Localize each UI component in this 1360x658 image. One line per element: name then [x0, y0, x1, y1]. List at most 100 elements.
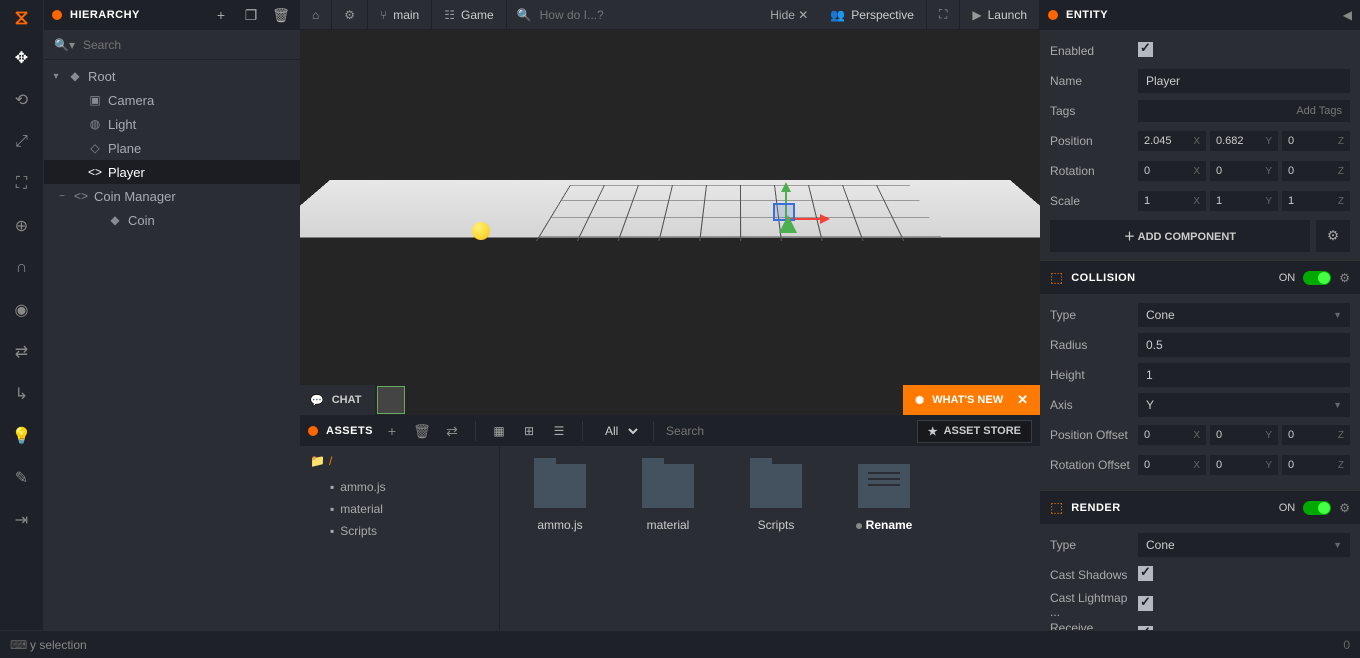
tree-row-coin-manager[interactable]: −<>Coin Manager	[44, 184, 300, 208]
hierarchy-copy-button[interactable]: ❐	[240, 7, 262, 24]
tree-row-plane[interactable]: ◇Plane	[44, 136, 300, 160]
assets-delete-button[interactable]: 🗑	[411, 423, 433, 440]
plane-icon: ◇	[88, 141, 102, 155]
hierarchy-search-input[interactable]	[83, 38, 290, 52]
asset-item-scripts[interactable]: Scripts	[736, 464, 816, 532]
inspector-panel: ENTITY ◀ Enabled Name TagsAdd Tags Posit…	[1040, 0, 1360, 630]
resize-tool-icon[interactable]: ⛶	[8, 170, 36, 198]
assets-view-list-icon[interactable]: ☰	[548, 424, 570, 438]
render-toggle[interactable]	[1303, 501, 1331, 515]
entity-settings-button[interactable]: ⚙	[1316, 220, 1350, 252]
assets-tree-scripts[interactable]: ▪Scripts	[310, 520, 489, 542]
scale-y-input[interactable]: 1Y	[1210, 191, 1278, 211]
collision-type-select[interactable]: Cone▼	[1138, 303, 1350, 327]
name-input[interactable]	[1138, 69, 1350, 93]
snap-tool-icon[interactable]: ∩	[8, 254, 36, 282]
tags-input[interactable]: Add Tags	[1138, 100, 1350, 122]
inspector-title: ENTITY	[1066, 9, 1335, 21]
world-tool-icon[interactable]: ⊕	[8, 212, 36, 240]
assets-tree-material[interactable]: ▪material	[310, 498, 489, 520]
cast-lightmap-checkbox[interactable]	[1138, 596, 1153, 611]
collision-header[interactable]: ⬚ COLLISION ON ⚙	[1040, 260, 1360, 294]
expand-icon: ⛶	[939, 7, 947, 22]
repeat-tool-icon[interactable]: ⇄	[8, 338, 36, 366]
rot-offset-z-input[interactable]: 0Z	[1282, 455, 1350, 475]
rotation-y-input[interactable]: 0Y	[1210, 161, 1278, 181]
status-text: y selection	[30, 638, 87, 652]
perspective-button[interactable]: 👥Perspective	[818, 0, 927, 30]
collision-type-label: Type	[1050, 308, 1138, 322]
pos-offset-z-input[interactable]: 0Z	[1282, 425, 1350, 445]
collapse-icon[interactable]: ◀	[1343, 8, 1352, 22]
fullscreen-button[interactable]: ⛶	[927, 0, 960, 30]
assets-view-grid-icon[interactable]: ⊞	[518, 424, 540, 438]
scale-x-input[interactable]: 1X	[1138, 191, 1206, 211]
collision-radius-input[interactable]	[1138, 333, 1350, 357]
visibility-tool-icon[interactable]: ◉	[8, 296, 36, 324]
scale-tool-icon[interactable]: ⤢	[8, 128, 36, 156]
close-icon[interactable]: ✕	[1017, 392, 1028, 408]
rotate-tool-icon[interactable]: ⟲	[8, 86, 36, 114]
render-section: TypeCone▼ Cast Shadows Cast Lightmap ...…	[1040, 524, 1360, 630]
collision-toggle[interactable]	[1303, 271, 1331, 285]
edit-tool-icon[interactable]: ✎	[8, 464, 36, 492]
position-z-input[interactable]: 0Z	[1282, 131, 1350, 151]
asset-item-material[interactable]: material	[628, 464, 708, 532]
rot-offset-x-input[interactable]: 0X	[1138, 455, 1206, 475]
assets-search-input[interactable]	[666, 424, 786, 438]
collision-height-input[interactable]	[1138, 363, 1350, 387]
assets-tree-ammo[interactable]: ▪ammo.js	[310, 476, 489, 498]
collision-axis-select[interactable]: Y▼	[1138, 393, 1350, 417]
position-x-input[interactable]: 2.045X	[1138, 131, 1206, 151]
tree-row-root[interactable]: ▾◆Root	[44, 64, 300, 88]
assets-filter-select[interactable]: All	[595, 423, 641, 439]
tree-row-camera[interactable]: ▣Camera	[44, 88, 300, 112]
chat-button[interactable]: 💬CHAT	[300, 385, 375, 415]
launch-button[interactable]: ▶Launch	[960, 0, 1040, 30]
home-button[interactable]: ⌂	[300, 0, 332, 30]
rot-offset-y-input[interactable]: 0Y	[1210, 455, 1278, 475]
position-y-input[interactable]: 0.682Y	[1210, 131, 1278, 151]
cast-shadows-checkbox[interactable]	[1138, 566, 1153, 581]
tree-row-coin[interactable]: ◆Coin	[44, 208, 300, 232]
hide-button[interactable]: Hide ✕	[760, 8, 818, 22]
collision-gear-icon[interactable]: ⚙	[1339, 271, 1350, 285]
tags-label: Tags	[1050, 104, 1138, 118]
hierarchy-add-button[interactable]: +	[210, 7, 232, 23]
pos-offset-y-input[interactable]: 0Y	[1210, 425, 1278, 445]
assets-root-folder[interactable]: 📁/	[310, 454, 489, 468]
transform-gizmo[interactable]	[755, 185, 825, 245]
branch-button[interactable]: ⑂main	[368, 0, 432, 30]
settings-button[interactable]: ⚙	[332, 0, 368, 30]
tree-row-player[interactable]: <>Player	[44, 160, 300, 184]
export-tool-icon[interactable]: ↳	[8, 380, 36, 408]
tree-row-light[interactable]: ◍Light	[44, 112, 300, 136]
rotation-x-input[interactable]: 0X	[1138, 161, 1206, 181]
whats-new-button[interactable]: ✺ WHAT'S NEW ✕	[903, 385, 1040, 415]
exit-tool-icon[interactable]: ⇥	[8, 506, 36, 534]
scene-button[interactable]: ☷Game	[432, 0, 506, 30]
position-label: Position	[1050, 134, 1138, 148]
pos-offset-x-input[interactable]: 0X	[1138, 425, 1206, 445]
render-gear-icon[interactable]: ⚙	[1339, 501, 1350, 515]
hierarchy-delete-button[interactable]: 🗑	[270, 7, 292, 24]
asset-item-ammo[interactable]: ammo.js	[520, 464, 600, 532]
collision-height-label: Height	[1050, 368, 1138, 382]
add-component-button[interactable]: ＋ ADD COMPONENT	[1050, 220, 1310, 252]
render-header[interactable]: ⬚ RENDER ON ⚙	[1040, 490, 1360, 524]
user-avatar[interactable]	[377, 386, 405, 414]
assets-add-button[interactable]: +	[381, 423, 403, 439]
render-type-select[interactable]: Cone▼	[1138, 533, 1350, 557]
scale-z-input[interactable]: 1Z	[1282, 191, 1350, 211]
rotation-z-input[interactable]: 0Z	[1282, 161, 1350, 181]
asset-store-button[interactable]: ★ASSET STORE	[917, 420, 1032, 443]
enabled-checkbox[interactable]	[1138, 42, 1153, 57]
assets-refresh-button[interactable]: ⇄	[441, 423, 463, 440]
lightbulb-tool-icon[interactable]: 💡	[8, 422, 36, 450]
assets-view-large-icon[interactable]: ▦	[488, 424, 510, 438]
asset-item-rename[interactable]: Rename	[844, 464, 924, 532]
help-search-input[interactable]	[540, 8, 751, 22]
viewport[interactable]: 💬CHAT ✺ WHAT'S NEW ✕	[300, 30, 1040, 415]
hierarchy-search: 🔍▾	[44, 30, 300, 60]
move-tool-icon[interactable]: ✥	[8, 44, 36, 72]
